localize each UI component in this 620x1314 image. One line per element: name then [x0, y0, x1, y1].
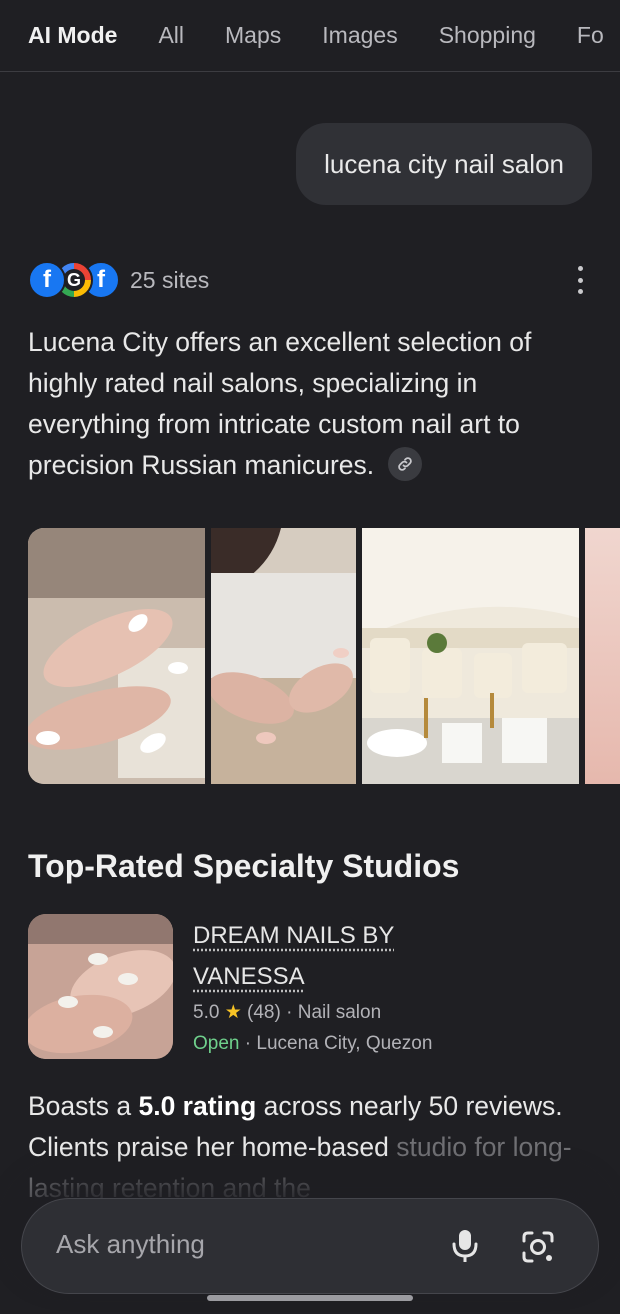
ask-input[interactable]: Ask anything — [56, 1229, 205, 1260]
user-query-bubble: lucena city nail salon — [296, 123, 592, 205]
place-name-link[interactable]: DREAM NAILS BY VANESSA — [193, 915, 453, 997]
place-status-row: Open · Lucena City, Quezon — [193, 1031, 432, 1057]
source-icons: f G f — [28, 260, 120, 300]
desc-rating-bold: 5.0 rating — [138, 1091, 257, 1121]
nail-photo-partial[interactable] — [585, 528, 620, 784]
separator-dot: · — [244, 1033, 252, 1054]
microphone-icon[interactable] — [450, 1228, 480, 1264]
tab-all[interactable]: All — [158, 24, 184, 47]
sources-row[interactable]: f G f 25 sites — [28, 260, 209, 300]
home-indicator[interactable] — [207, 1295, 413, 1301]
tab-images[interactable]: Images — [322, 24, 397, 47]
place-category: Nail salon — [297, 1002, 382, 1023]
camera-lens-icon[interactable] — [520, 1229, 556, 1265]
ai-summary-text: Lucena City offers an excellent selectio… — [28, 327, 532, 480]
facebook-icon: f — [28, 261, 66, 299]
open-status: Open — [193, 1033, 240, 1054]
tab-more-truncated[interactable]: Fo — [577, 24, 604, 47]
more-options-icon[interactable] — [576, 266, 584, 294]
tab-ai-mode[interactable]: AI Mode — [28, 24, 117, 47]
desc-text-pre: Boasts a — [28, 1091, 139, 1121]
ai-summary: Lucena City offers an excellent selectio… — [28, 322, 593, 486]
image-carousel[interactable] — [28, 528, 620, 784]
link-icon[interactable] — [387, 447, 422, 481]
place-thumbnail[interactable] — [28, 914, 173, 1059]
section-heading: Top-Rated Specialty Studios — [28, 848, 460, 884]
separator-dot: · — [286, 1002, 293, 1023]
tab-shopping[interactable]: Shopping — [439, 24, 536, 47]
tab-maps[interactable]: Maps — [225, 24, 281, 47]
sources-count: 25 sites — [130, 266, 210, 293]
nail-photo-natural-pink[interactable] — [211, 528, 356, 784]
place-rating-row: 5.0 ★ (48) · Nail salon — [193, 1000, 381, 1026]
place-rating: 5.0 — [193, 1002, 220, 1023]
ask-anything-bar[interactable]: Ask anything — [21, 1198, 599, 1294]
ai-mode-results-page: AI Mode All Maps Images Shopping Fo luce… — [0, 0, 620, 1314]
star-icon: ★ — [224, 1002, 242, 1023]
place-name[interactable]: DREAM NAILS BY VANESSA — [193, 922, 394, 990]
place-description: Boasts a 5.0 rating across nearly 50 rev… — [28, 1086, 593, 1209]
place-review-count: (48) — [247, 1002, 281, 1023]
place-location: Lucena City, Quezon — [256, 1033, 433, 1054]
google-icon-letter: G — [63, 269, 85, 291]
salon-interior-photo[interactable] — [362, 528, 579, 784]
search-tabs: AI Mode All Maps Images Shopping Fo — [0, 0, 620, 72]
nail-photo-french-tips[interactable] — [28, 528, 205, 784]
